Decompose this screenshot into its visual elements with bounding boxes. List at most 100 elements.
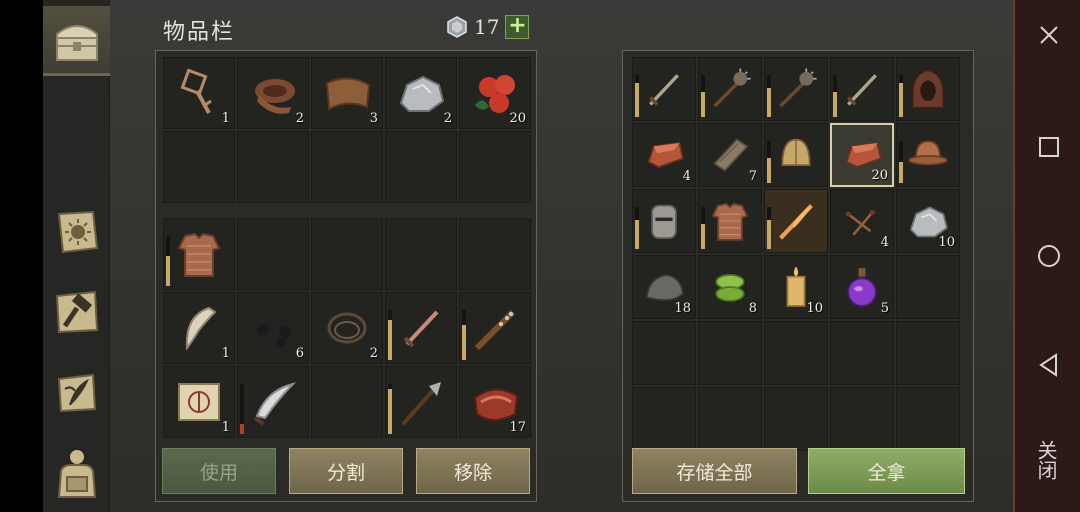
inventory-slot[interactable] — [698, 189, 762, 253]
inventory-slot[interactable] — [237, 218, 309, 290]
inventory-slot[interactable] — [459, 131, 531, 203]
inventory-slot[interactable]: 20 — [459, 57, 531, 129]
sword-icon — [649, 74, 679, 106]
inventory-slot[interactable]: 17 — [459, 366, 531, 438]
inventory-slot[interactable] — [385, 366, 457, 438]
inventory-slot[interactable] — [632, 189, 696, 253]
inventory-slot[interactable]: 5 — [830, 255, 894, 319]
use-button[interactable]: 使用 — [162, 448, 276, 494]
coal-icon — [257, 319, 291, 347]
item-count: 1 — [221, 111, 230, 126]
wood-plank-icon — [713, 138, 749, 172]
inventory-slot[interactable]: 10 — [764, 255, 828, 319]
inventory-slot[interactable]: 18 — [632, 255, 696, 319]
home-button[interactable] — [1015, 241, 1080, 271]
inventory-slot[interactable] — [896, 123, 960, 187]
remove-button[interactable]: 移除 — [416, 448, 530, 494]
item-count: 3 — [369, 111, 378, 126]
inventory-slot[interactable] — [237, 366, 309, 438]
screen-bezel — [0, 0, 43, 512]
inventory-slot[interactable]: 2 — [237, 57, 309, 129]
quick-slot-grid: 1 2 3 2 20 — [163, 57, 531, 203]
craft-hammer-icon — [55, 290, 98, 334]
inventory-slot[interactable]: 2 — [385, 57, 457, 129]
close-label[interactable]: 关闭 — [1034, 440, 1061, 480]
item-count: 1 — [221, 346, 230, 361]
item-count: 1 — [221, 420, 230, 435]
inventory-slot[interactable] — [385, 131, 457, 203]
store-all-button[interactable]: 存储全部 — [632, 448, 797, 494]
inventory-slot[interactable] — [698, 387, 762, 451]
page-title: 物品栏 — [163, 20, 236, 45]
recents-button[interactable] — [1015, 132, 1080, 162]
tab-crafting[interactable] — [43, 277, 110, 347]
inventory-slot[interactable] — [237, 131, 309, 203]
inventory-slot[interactable] — [764, 387, 828, 451]
close-icon — [1039, 26, 1058, 44]
treasure-map-icon — [178, 383, 220, 421]
durability-bar — [767, 75, 771, 117]
inventory-slot[interactable] — [764, 123, 828, 187]
inventory-slot[interactable] — [698, 57, 762, 121]
inventory-slot[interactable]: 6 — [237, 292, 309, 364]
inventory-slot[interactable] — [896, 321, 960, 385]
take-all-button[interactable]: 全拿 — [808, 448, 965, 494]
split-button[interactable]: 分割 — [289, 448, 403, 494]
inventory-slot[interactable] — [896, 387, 960, 451]
inventory-slot[interactable] — [632, 57, 696, 121]
item-count: 2 — [369, 346, 378, 361]
inventory-slot[interactable] — [830, 387, 894, 451]
inventory-slot[interactable]: 3 — [311, 57, 383, 129]
flaming-sword-icon — [779, 204, 813, 240]
backpack-grid: 1 6 2 1 17 — [163, 218, 531, 438]
halberd-icon — [401, 382, 441, 426]
inventory-slot[interactable]: 1 — [163, 57, 235, 129]
inventory-slot[interactable] — [459, 292, 531, 364]
inventory-slot[interactable] — [632, 321, 696, 385]
inventory-slot[interactable]: 8 — [698, 255, 762, 319]
inventory-slot[interactable] — [896, 57, 960, 121]
leather-cap-icon — [781, 138, 811, 167]
tab-quests[interactable] — [43, 358, 110, 428]
inventory-slot[interactable]: 7 — [698, 123, 762, 187]
back-button[interactable] — [1015, 350, 1080, 380]
inventory-slot[interactable]: 10 — [896, 189, 960, 253]
inventory-slot[interactable] — [163, 218, 235, 290]
inventory-slot[interactable]: 20 — [830, 123, 894, 187]
inventory-slot[interactable]: 1 — [163, 366, 235, 438]
inventory-slot[interactable] — [632, 387, 696, 451]
inventory-slot[interactable] — [311, 366, 383, 438]
inventory-slot[interactable] — [830, 57, 894, 121]
inventory-slot[interactable] — [698, 321, 762, 385]
durability-bar — [240, 384, 244, 434]
item-count: 7 — [748, 169, 757, 184]
inventory-slot[interactable]: 1 — [163, 292, 235, 364]
inventory-slot[interactable] — [311, 218, 383, 290]
potion-icon — [847, 268, 877, 307]
durability-bar — [701, 207, 705, 249]
inventory-slot[interactable] — [896, 255, 960, 319]
tab-equipment[interactable] — [43, 438, 110, 508]
inventory-slot[interactable] — [163, 131, 235, 203]
inventory-slot[interactable]: 4 — [632, 123, 696, 187]
backpack-icon — [57, 450, 96, 498]
circle-nav-icon — [1037, 245, 1060, 267]
inventory-slot[interactable]: 2 — [311, 292, 383, 364]
close-button[interactable] — [1015, 20, 1080, 50]
tab-journal[interactable] — [43, 197, 110, 267]
leather-roll-icon — [255, 79, 295, 114]
add-capacity-button[interactable]: + — [505, 15, 530, 39]
inventory-slot[interactable] — [764, 321, 828, 385]
scroll-quill-icon — [57, 373, 96, 413]
inventory-slot[interactable] — [385, 218, 457, 290]
inventory-slot[interactable] — [311, 131, 383, 203]
inventory-slot[interactable] — [830, 321, 894, 385]
inventory-slot[interactable] — [385, 292, 457, 364]
tab-chest[interactable] — [43, 6, 110, 76]
inventory-slot[interactable]: 4 — [830, 189, 894, 253]
inventory-slot[interactable] — [764, 189, 828, 253]
inventory-slot[interactable] — [459, 218, 531, 290]
sun-book-icon — [57, 210, 98, 254]
rope-icon — [327, 312, 367, 344]
inventory-slot[interactable] — [764, 57, 828, 121]
